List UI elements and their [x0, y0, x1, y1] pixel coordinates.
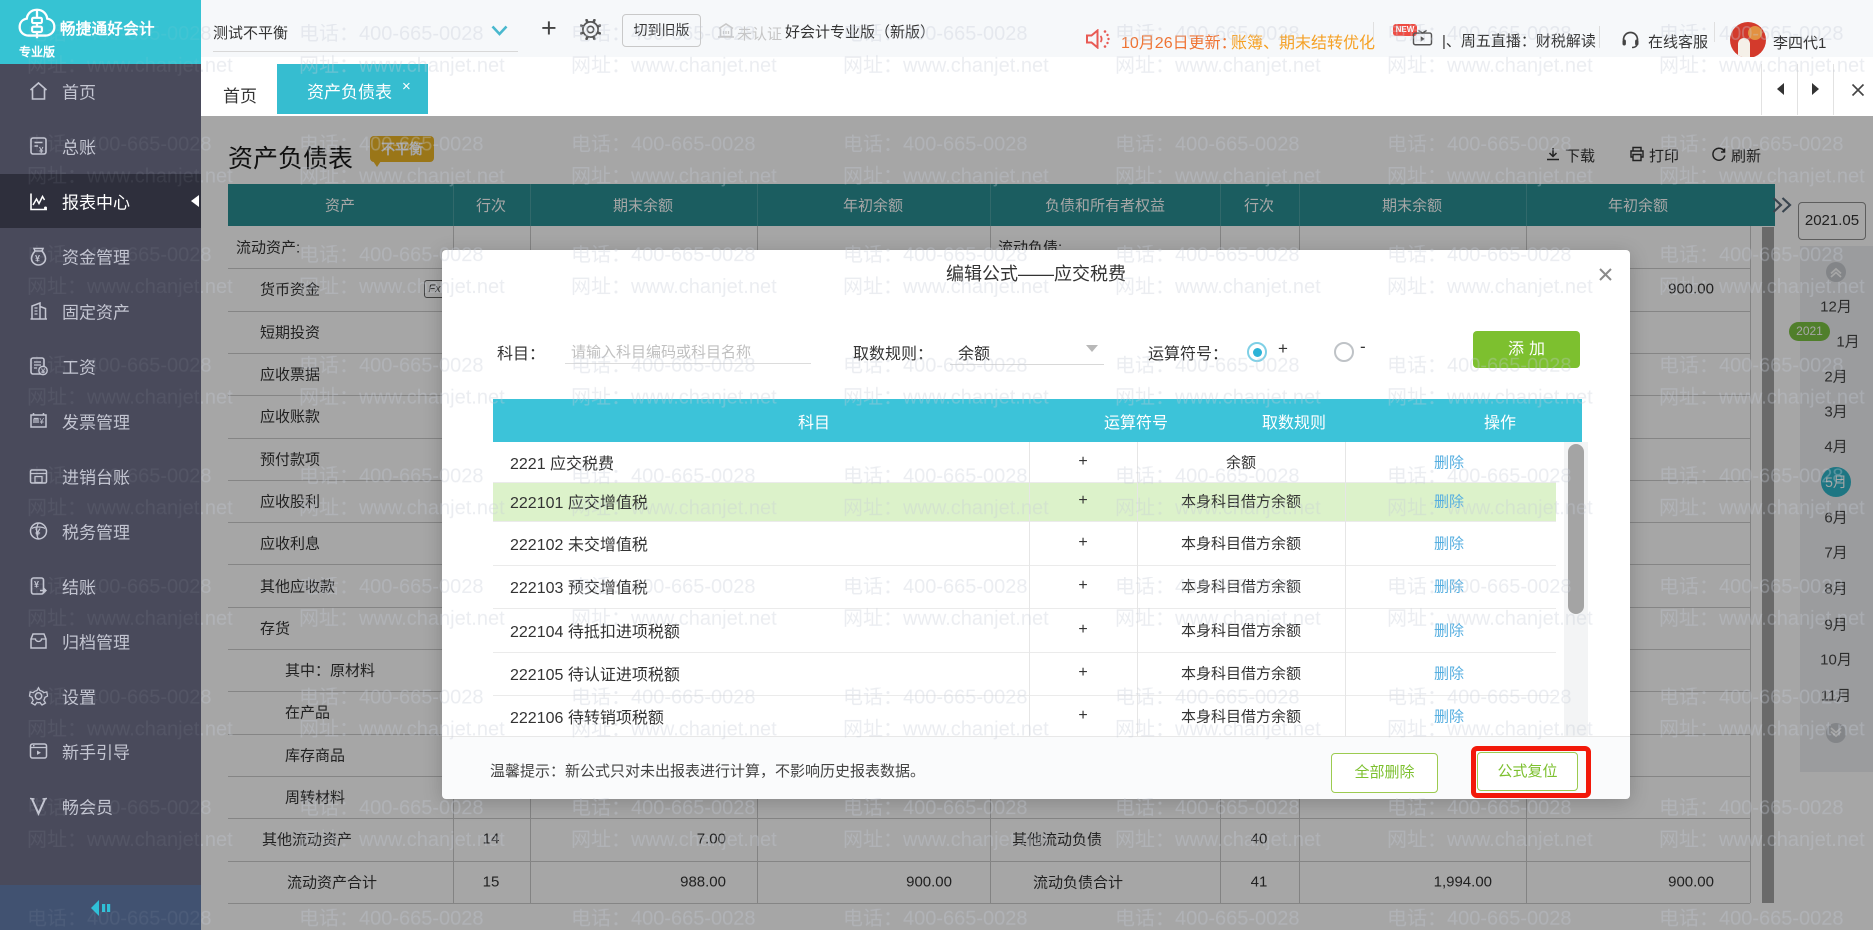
svg-text:¥: ¥: [35, 253, 40, 263]
svg-text:¥: ¥: [39, 146, 44, 155]
svg-text:¥: ¥: [35, 527, 41, 538]
svg-text:¥: ¥: [34, 579, 39, 589]
svg-text:¥: ¥: [39, 417, 45, 426]
